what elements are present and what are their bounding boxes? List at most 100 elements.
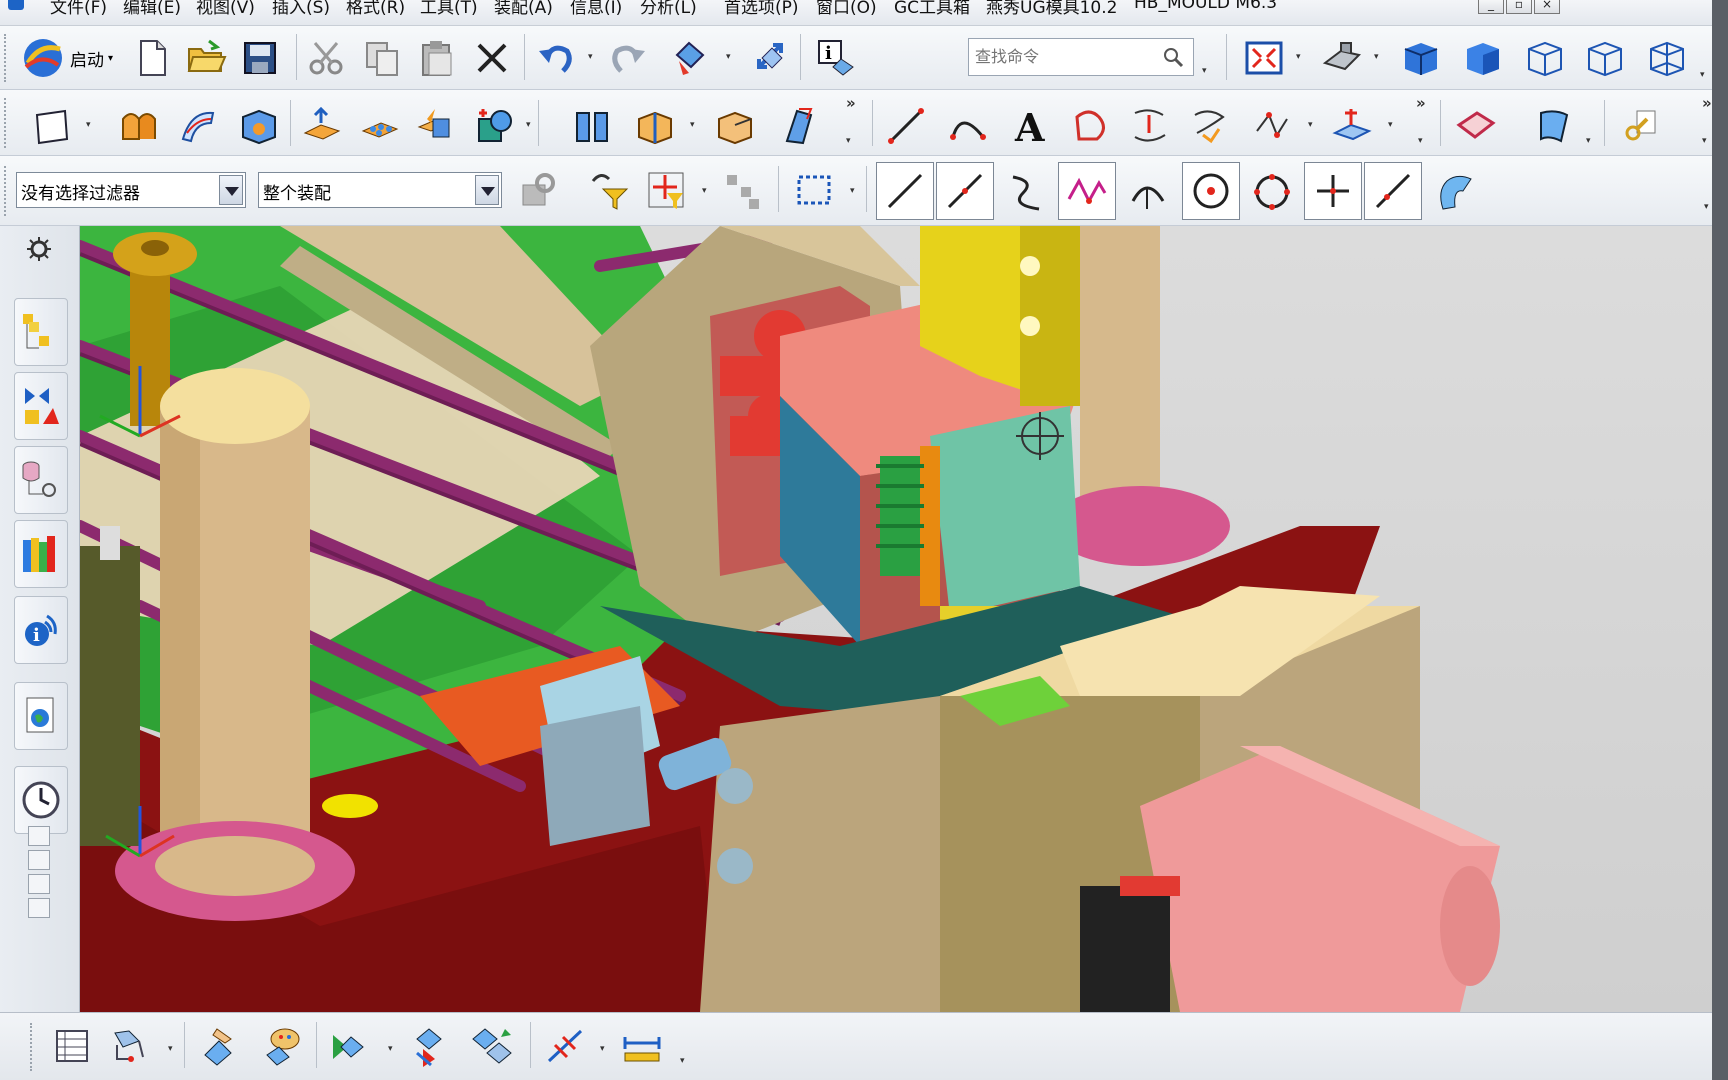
search-icon[interactable] [1161, 45, 1185, 69]
menu-insert[interactable]: 插入(S) [272, 0, 330, 18]
face-analysis-button[interactable] [1450, 100, 1502, 152]
menu-assembly[interactable]: 装配(A) [494, 0, 553, 18]
open-file-button[interactable] [180, 32, 232, 84]
menu-analysis[interactable]: 分析(L) [640, 0, 697, 18]
target-dropdown-icon[interactable]: ▾ [702, 186, 712, 196]
snap-intersection-toggle[interactable] [1058, 162, 1116, 220]
sketch-dropdown-icon[interactable]: ▾ [86, 120, 96, 130]
graphics-window[interactable] [80, 226, 1728, 1012]
fit-view-button[interactable] [1238, 32, 1290, 84]
snap-existing-point-toggle[interactable] [1304, 162, 1362, 220]
snap-center-toggle[interactable] [1182, 162, 1240, 220]
shaded-view-button[interactable] [1316, 32, 1368, 84]
assembly-navigator-tab[interactable] [14, 298, 68, 366]
view-toolbar-dropdown-icon[interactable]: ▾ [1700, 70, 1710, 80]
shaded-button[interactable] [1456, 32, 1508, 84]
copy-button[interactable] [356, 32, 408, 84]
datum-dropdown-icon[interactable]: ▾ [1388, 120, 1398, 130]
toolbar-options-dropdown-icon[interactable]: ▾ [846, 136, 856, 146]
hd3d-tools-tab[interactable]: i [14, 596, 68, 664]
select-target-button[interactable] [640, 164, 692, 216]
arc-button[interactable] [942, 100, 994, 152]
move-dropdown-icon[interactable]: ▾ [388, 1044, 398, 1054]
menu-preferences[interactable]: 首选项(P) [724, 0, 799, 18]
gear-icon[interactable] [24, 234, 54, 264]
toolbar-overflow-chevron[interactable]: » [846, 94, 856, 112]
point-set-button[interactable] [1246, 100, 1298, 152]
toolbar-options-dropdown-icon[interactable]: ▾ [1702, 136, 1712, 146]
snap-endpoint-toggle[interactable] [876, 162, 934, 220]
mate-component-button[interactable] [192, 1020, 244, 1072]
menu-file[interactable]: 文件(F) [50, 0, 107, 18]
selection-scope-select[interactable]: 整个装配 [258, 172, 502, 208]
block-feature-button[interactable] [232, 100, 284, 152]
undo-dropdown-icon[interactable]: ▾ [588, 52, 598, 62]
menu-edit[interactable]: 编辑(E) [123, 0, 181, 18]
reposition-component-button[interactable] [254, 1020, 306, 1072]
menu-format[interactable]: 格式(R) [346, 0, 405, 18]
history-tab[interactable] [14, 766, 68, 834]
offset-body-button[interactable] [710, 100, 762, 152]
constraint-navigator-tab[interactable] [14, 372, 68, 440]
command-search-box[interactable] [968, 38, 1194, 76]
command-search-input[interactable] [975, 39, 1155, 73]
fit-view-dropdown-icon[interactable]: ▾ [1296, 52, 1306, 62]
move-face-button[interactable] [296, 100, 348, 152]
surface-button[interactable] [172, 100, 224, 152]
add-component-button[interactable] [104, 1020, 156, 1072]
menu-information[interactable]: 信息(I) [570, 0, 622, 18]
draft-button[interactable] [772, 100, 824, 152]
reuse-library-tab[interactable] [14, 520, 68, 588]
toolbar-options-dropdown-icon[interactable]: ▾ [1418, 136, 1428, 146]
show-hide-constraints-button[interactable] [466, 1020, 518, 1072]
menu-window[interactable]: 窗口(O) [816, 0, 877, 18]
close-button[interactable]: × [1534, 0, 1560, 14]
measure-dropdown-icon[interactable]: ▾ [680, 1056, 690, 1066]
general-selection-filter-button[interactable] [512, 164, 564, 216]
curve-dropdown-icon[interactable]: ▾ [1308, 120, 1318, 130]
rectangle-select-button[interactable] [788, 164, 840, 216]
toolbar-grip[interactable] [4, 98, 10, 148]
menu-tools[interactable]: 工具(T) [420, 0, 478, 18]
preferences-button[interactable] [1614, 100, 1666, 152]
snap-midpoint-toggle[interactable] [936, 162, 994, 220]
move-component-button[interactable] [324, 1020, 376, 1072]
add-component-dropdown-icon[interactable]: ▾ [168, 1044, 178, 1054]
part-navigator-tab[interactable] [14, 446, 68, 514]
restore-button[interactable]: ▫ [1506, 0, 1532, 14]
sketch-button[interactable] [26, 100, 78, 152]
thicken-button[interactable] [1528, 100, 1580, 152]
split-body-button[interactable] [566, 100, 618, 152]
thicken-dropdown-icon[interactable]: ▾ [1586, 136, 1596, 146]
wireframe-dim-hidden-button[interactable] [1518, 32, 1570, 84]
paste-button[interactable] [410, 32, 462, 84]
wireframe-hidden-button[interactable] [1578, 32, 1630, 84]
search-options-dropdown-icon[interactable]: ▾ [1202, 66, 1212, 76]
assembly-constraints-button[interactable] [404, 1020, 456, 1072]
scroll-bottom-button[interactable] [28, 898, 50, 918]
cut-button[interactable] [300, 32, 352, 84]
selection-dropdown-icon[interactable]: ▾ [726, 52, 736, 62]
selection-tool-button[interactable] [664, 32, 716, 84]
start-button[interactable]: 启动 ▾ [20, 32, 140, 84]
menu-yanxiu-mould[interactable]: 燕秀UG模具10.2 [986, 0, 1117, 18]
boolean-button[interactable] [468, 100, 520, 152]
toolbar-overflow-chevron[interactable]: » [1702, 94, 1712, 112]
scroll-down-button[interactable] [28, 874, 50, 894]
redo-button[interactable] [602, 32, 654, 84]
scroll-top-button[interactable] [28, 826, 50, 846]
save-button[interactable] [234, 32, 286, 84]
delete-button[interactable] [466, 32, 518, 84]
offset-curve-button[interactable] [1184, 100, 1236, 152]
snap-point-on-curve-toggle[interactable] [1364, 162, 1422, 220]
toolbar-overflow-chevron[interactable]: » [1416, 94, 1426, 112]
snap-control-point-toggle[interactable] [1000, 166, 1052, 218]
studio-spline-button[interactable] [1064, 100, 1116, 152]
assembly-filter-button[interactable] [716, 164, 768, 216]
menu-hb-mould[interactable]: HB_MOULD M6.3 [1134, 0, 1277, 13]
render-style-dropdown-icon[interactable]: ▾ [1374, 52, 1384, 62]
extrude-button[interactable] [112, 100, 164, 152]
boolean-dropdown-icon[interactable]: ▾ [526, 120, 536, 130]
toolbar-grip[interactable] [30, 1023, 36, 1071]
exploded-view-dropdown-icon[interactable]: ▾ [600, 1044, 610, 1054]
